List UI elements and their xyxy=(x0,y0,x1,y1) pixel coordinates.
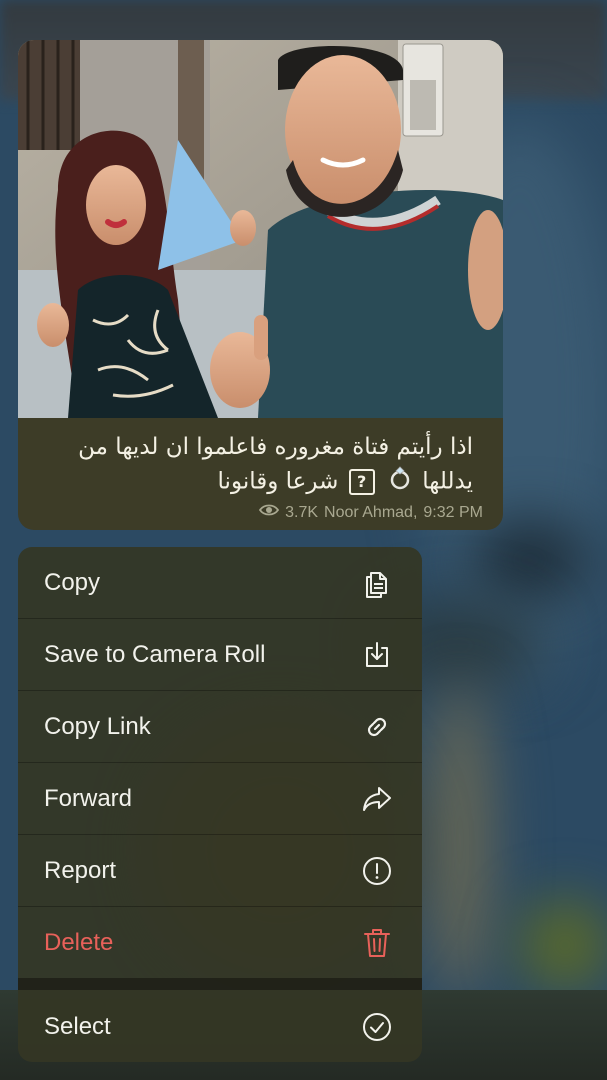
report-icon xyxy=(360,854,394,888)
eye-icon xyxy=(259,503,280,522)
menu-item-forward[interactable]: Forward xyxy=(18,763,422,834)
ring-emoji-icon xyxy=(387,464,413,500)
download-icon xyxy=(360,638,394,672)
menu-item-label: Copy Link xyxy=(44,712,151,740)
forward-icon xyxy=(360,782,394,816)
menu-item-save-to-camera-roll[interactable]: Save to Camera Roll xyxy=(18,619,422,690)
menu-item-report[interactable]: Report xyxy=(18,835,422,906)
checkmark-circle-icon xyxy=(360,1010,394,1044)
caption-line-1: اذا رأيتم فتاة مغروره فاعلموا ان لديها م… xyxy=(78,434,473,460)
menu-item-copy-link[interactable]: Copy Link xyxy=(18,691,422,762)
message-author: Noor Ahmad xyxy=(324,503,413,521)
message-caption: اذا رأيتم فتاة مغروره فاعلموا ان لديها م… xyxy=(38,430,473,500)
menu-item-copy[interactable]: Copy xyxy=(18,547,422,618)
message-time: 9:32 PM xyxy=(423,503,483,521)
caption-text-b: شرعا وقانونا xyxy=(217,468,339,495)
menu-item-label: Report xyxy=(44,856,117,884)
menu-item-select[interactable]: Select xyxy=(18,991,422,1062)
menu-item-label: Copy xyxy=(44,568,101,596)
menu-item-delete[interactable]: Delete xyxy=(18,907,422,978)
menu-item-label: Save to Camera Roll xyxy=(44,640,266,668)
menu-item-label: Delete xyxy=(44,928,114,956)
caption-text-a: يدللها xyxy=(422,468,473,495)
trash-icon xyxy=(360,926,394,960)
context-menu: Copy Save to Camera Roll Copy Link Forwa… xyxy=(18,547,422,1062)
view-count: 3.7K xyxy=(285,503,319,521)
copy-icon xyxy=(360,566,394,600)
unknown-character-box: ? xyxy=(348,469,375,495)
caption-line-2: يدللها ? شرعا وقانونا xyxy=(38,464,473,500)
menu-item-label: Select xyxy=(44,1012,111,1040)
message-meta: 3.7K Noor Ahmad, 9:32 PM xyxy=(259,503,483,522)
link-icon xyxy=(360,710,394,744)
menu-item-label: Forward xyxy=(44,784,133,812)
message-bubble[interactable]: اذا رأيتم فتاة مغروره فاعلموا ان لديها م… xyxy=(18,40,503,530)
menu-section-gap xyxy=(18,978,422,990)
message-photo[interactable] xyxy=(18,40,503,418)
